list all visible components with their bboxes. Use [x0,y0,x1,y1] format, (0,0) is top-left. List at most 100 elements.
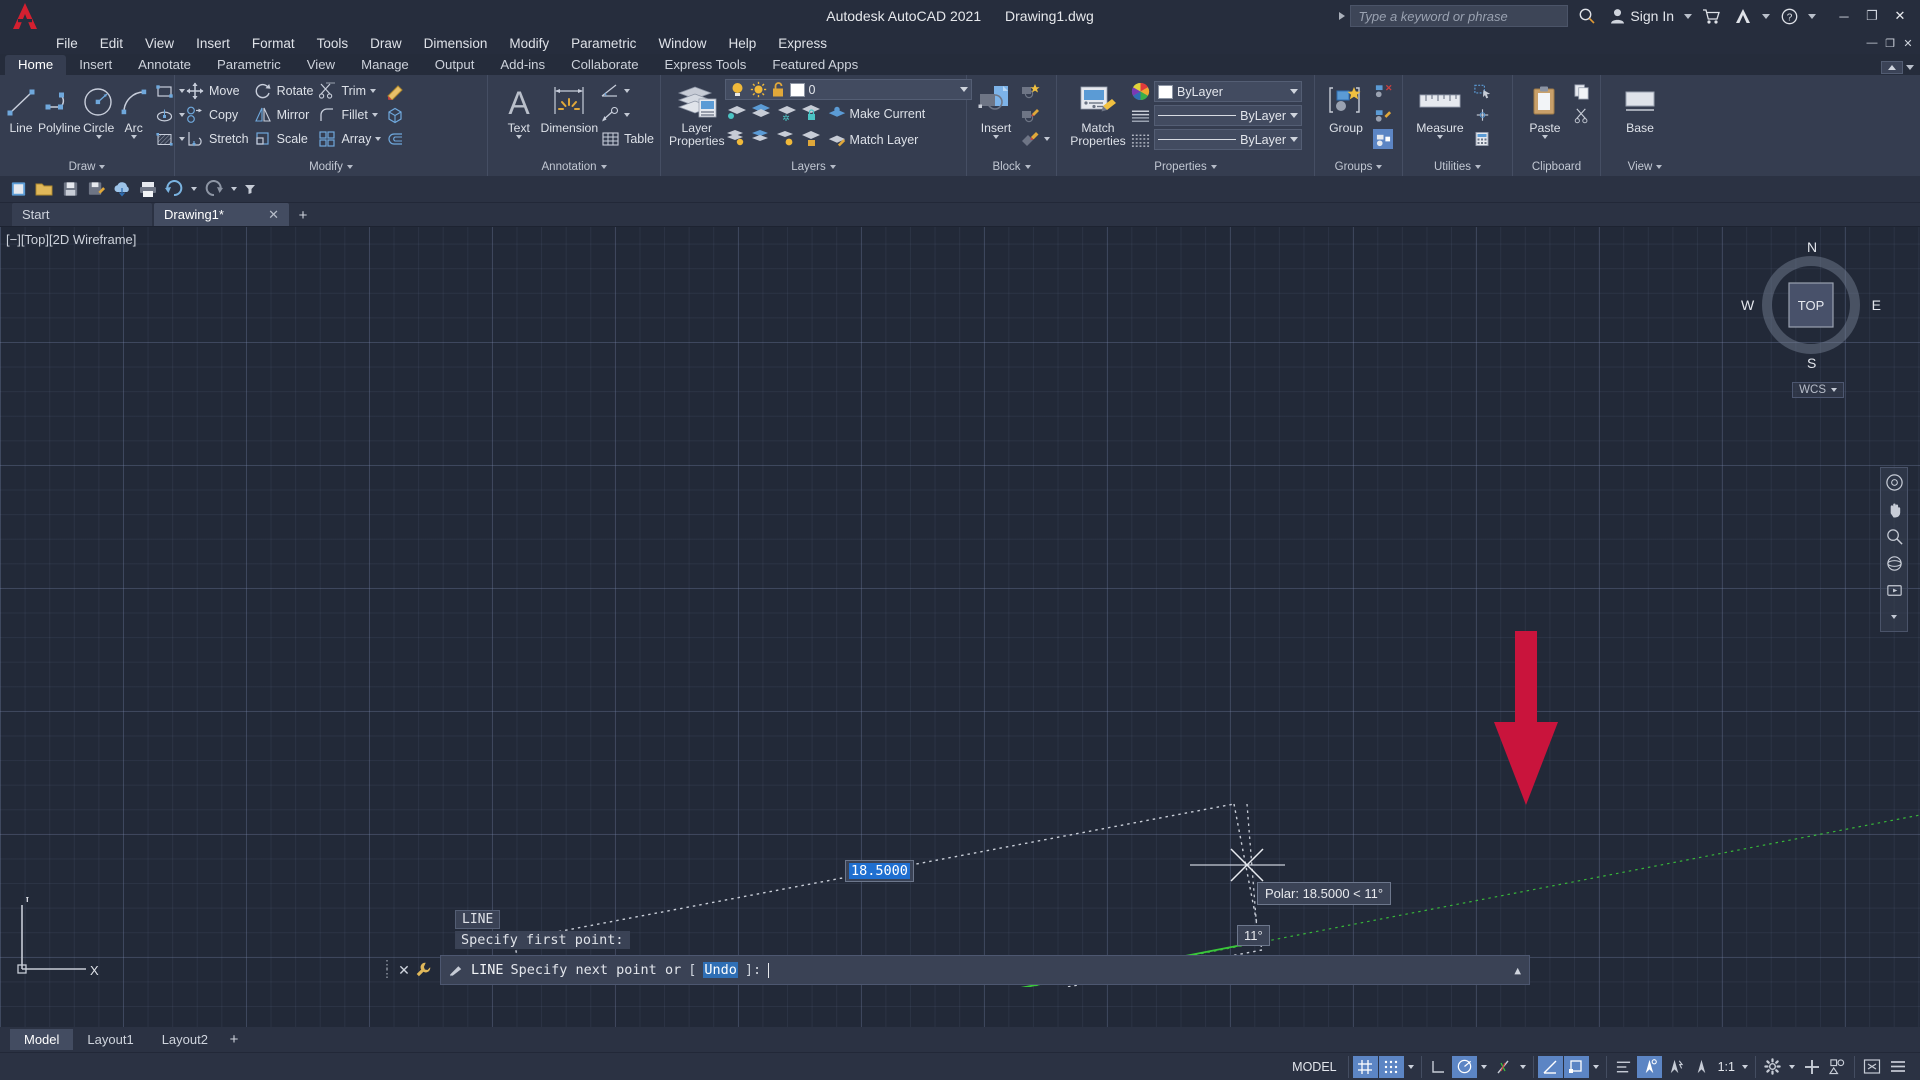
circle-dropdown-icon[interactable] [95,135,102,140]
undo-dropdown-icon[interactable] [188,177,200,201]
tool-match-layer[interactable]: Match Layer [825,128,921,152]
tool-make-current[interactable]: Make Current [825,102,928,126]
sign-in-chevron-down-icon[interactable] [1684,13,1692,19]
panel-groups-title[interactable]: Groups [1315,158,1402,176]
search-icon[interactable] [1574,4,1600,28]
minimize-button[interactable]: ─ [1830,4,1858,28]
search-input[interactable]: Type a keyword or phrase [1350,5,1569,27]
panel-utilities-title[interactable]: Utilities [1403,158,1512,176]
tool-ungroup[interactable] [1371,79,1395,103]
autodesk-app-store-cart-icon[interactable] [1698,4,1724,28]
tab-add-ins[interactable]: Add-ins [487,55,558,75]
arc-dropdown-icon[interactable] [130,135,137,140]
expand-arrow-icon[interactable] [1339,12,1346,20]
tab-express-tools[interactable]: Express Tools [652,55,760,75]
layer-unlock-icon[interactable] [771,81,786,98]
menu-item-parametric[interactable]: Parametric [560,34,647,53]
panel-layers-expand-icon[interactable] [829,165,836,169]
tool-trim[interactable]: Trim [315,79,383,103]
view-cube[interactable]: TOP N S E W [1741,239,1881,371]
tab-annotate[interactable]: Annotate [125,55,204,75]
menu-item-format[interactable]: Format [241,34,306,53]
osnap-settings-chevron-down-icon[interactable] [1592,1064,1599,1069]
color-combo[interactable]: ByLayer [1154,81,1302,102]
measure-dropdown-icon[interactable] [1437,135,1443,140]
open-drawing-button[interactable] [32,177,56,201]
tool-layer-properties[interactable]: Layer Properties [669,79,725,149]
tool-rotate[interactable]: Rotate [251,79,316,103]
text-dropdown-icon[interactable] [515,135,522,140]
isolate-objects-icon[interactable] [1825,1056,1850,1078]
isometric-drafting-toggle[interactable] [1491,1056,1516,1078]
menu-item-insert[interactable]: Insert [185,34,241,53]
panel-draw-expand-icon[interactable] [99,165,106,169]
tab-featured-apps[interactable]: Featured Apps [759,55,871,75]
annotation-scale-value[interactable]: 1:1 [1715,1060,1738,1074]
tab-view[interactable]: View [294,55,348,75]
panel-block-title[interactable]: Block [967,158,1056,176]
tool-line[interactable]: Line [4,79,38,135]
layer-freeze-icon[interactable] [750,102,772,122]
autocad-logo-icon[interactable] [0,0,48,32]
panel-view-title[interactable]: View [1601,158,1689,176]
menu-item-help[interactable]: Help [717,34,767,53]
dynamic-input-angle-field[interactable]: 11° [1237,925,1270,946]
close-button[interactable]: ✕ [1886,4,1914,28]
quick-access-customize-icon[interactable] [242,177,258,201]
snap-settings-chevron-down-icon[interactable] [1407,1064,1414,1069]
tool-base-view[interactable]: Base [1613,79,1667,135]
panel-properties-expand-icon[interactable] [1210,165,1217,169]
orbit-icon[interactable] [1883,553,1905,573]
tab-output[interactable]: Output [422,55,488,75]
tool-dim-angular[interactable] [598,79,656,103]
document-restore-button[interactable]: ❐ [1882,35,1898,51]
status-bar-menu-icon[interactable] [1885,1056,1910,1078]
new-file-tab-button[interactable]: + [291,204,315,226]
steering-wheel-icon[interactable] [1883,472,1905,492]
panel-properties-title[interactable]: Properties [1057,158,1314,176]
tab-parametric[interactable]: Parametric [204,55,294,75]
annotation-visibility-toggle[interactable] [1636,1055,1662,1078]
document-minimize-button[interactable]: — [1864,35,1880,51]
menu-item-window[interactable]: Window [647,34,717,53]
tool-group[interactable]: Group [1321,79,1371,135]
model-space-toggle[interactable]: MODEL [1285,1056,1343,1078]
snap-mode-toggle[interactable] [1378,1055,1404,1078]
menu-item-dimension[interactable]: Dimension [413,34,499,53]
edit-attribute-dropdown-icon[interactable] [1044,137,1050,141]
hardware-acceleration-plus-icon[interactable] [1799,1056,1824,1078]
dynamic-input-distance-field[interactable]: 18.5000 [845,860,914,882]
tool-insert[interactable]: Insert [974,79,1018,140]
tool-polyline[interactable]: Polyline [38,79,81,135]
tool-move[interactable]: Move [183,79,251,103]
annotation-scale-icon[interactable] [1689,1056,1714,1078]
panel-groups-expand-icon[interactable] [1376,165,1383,169]
tool-quick-select[interactable] [1470,79,1494,103]
ortho-mode-toggle[interactable] [1426,1056,1451,1078]
panel-annotation-expand-icon[interactable] [600,165,607,169]
new-layout-button[interactable]: + [222,1031,246,1048]
layer-off-icon[interactable]: ✲ [775,102,797,122]
trim-dropdown-icon[interactable] [369,89,376,93]
linetype-combo[interactable]: ByLayer [1154,105,1302,126]
zoom-extents-icon[interactable] [1883,526,1905,546]
layer-unlock-all-icon[interactable] [800,128,822,148]
save-as-button[interactable] [84,177,108,201]
dim-angular-dropdown-icon[interactable] [624,89,631,93]
layer-color-swatch[interactable] [789,82,805,97]
tool-leader[interactable] [598,103,656,127]
tool-scale[interactable]: Scale [251,127,316,151]
tool-offset[interactable] [383,127,407,151]
menu-item-view[interactable]: View [134,34,185,53]
tool-paste[interactable]: Paste [1520,79,1570,140]
save-button[interactable] [58,177,82,201]
polar-tracking-toggle[interactable] [1451,1055,1477,1078]
layer-lock-icon[interactable] [800,102,822,122]
layout-tab-layout1[interactable]: Layout1 [73,1029,147,1050]
panel-block-expand-icon[interactable] [1024,165,1031,169]
tool-fillet[interactable]: Fillet [315,103,383,127]
array-dropdown-icon[interactable] [375,137,382,141]
document-close-button[interactable]: ✕ [1900,35,1916,51]
layer-thaw-all-icon[interactable] [750,128,772,148]
command-input[interactable]: LINE Specify next point or [Undo]: ▲ [440,955,1530,985]
